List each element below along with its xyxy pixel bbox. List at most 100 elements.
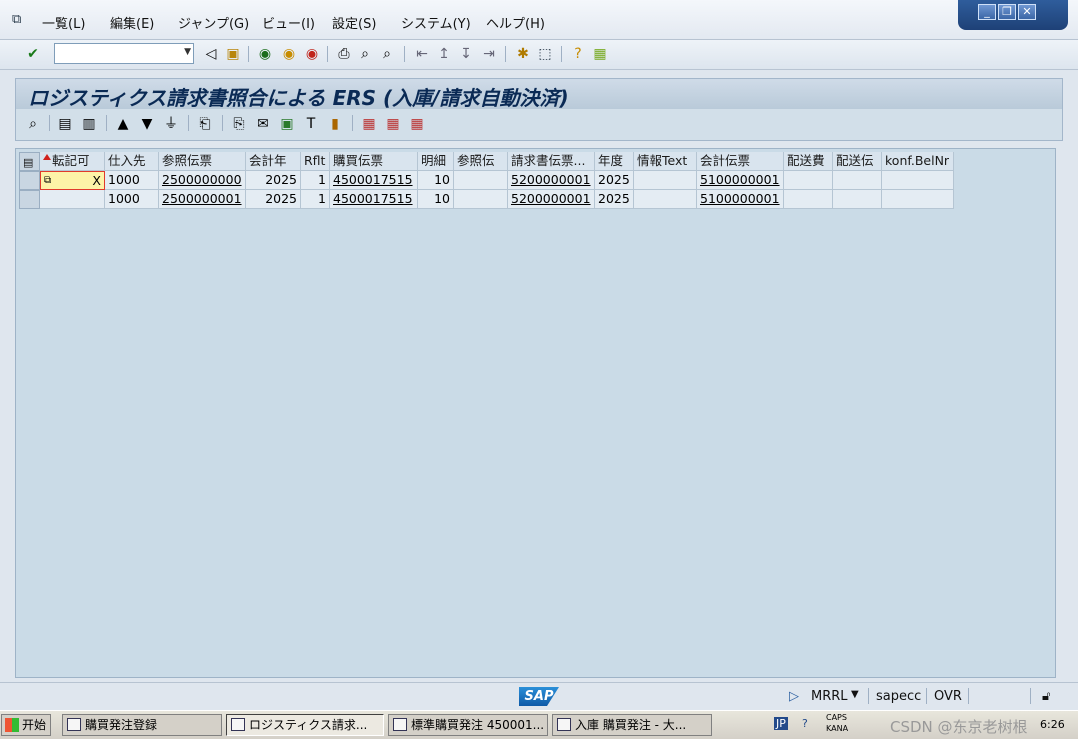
select-all-icon[interactable]: ▤ bbox=[56, 115, 74, 133]
chevron-down-icon[interactable]: ▼ bbox=[184, 47, 191, 57]
menu-view[interactable]: ビュー(I) bbox=[262, 13, 315, 32]
graphic-icon[interactable]: ▮ bbox=[326, 115, 344, 133]
page-title: ロジスティクス請求書照合による ERS (入庫/請求自動決済) bbox=[28, 86, 569, 110]
start-button[interactable]: 开始 bbox=[1, 714, 51, 736]
filter-icon[interactable]: ⏚ bbox=[162, 115, 180, 133]
menu-system[interactable]: システム(Y) bbox=[401, 13, 471, 32]
column-header[interactable]: 配送費 bbox=[784, 152, 833, 171]
sort-descending-icon[interactable]: ▼ bbox=[138, 115, 156, 133]
taskbar-item[interactable]: 標準購買発注 450001... bbox=[388, 714, 548, 736]
help-icon[interactable]: ? bbox=[569, 45, 587, 63]
column-header[interactable]: 請求書伝票... bbox=[508, 152, 595, 171]
collapse-icon[interactable]: ◁ bbox=[202, 45, 220, 63]
print-icon[interactable]: ⎙ bbox=[335, 45, 353, 63]
column-header[interactable]: 仕入先 bbox=[105, 152, 159, 171]
column-header[interactable]: 年度 bbox=[595, 152, 634, 171]
status-transaction: MRRL bbox=[811, 689, 848, 704]
column-header[interactable]: 会計伝票 bbox=[697, 152, 784, 171]
minimize-icon[interactable]: _ bbox=[978, 4, 996, 20]
column-header[interactable]: 配送伝 bbox=[833, 152, 882, 171]
status-divider bbox=[926, 688, 927, 704]
next-page-icon[interactable]: ↧ bbox=[457, 45, 475, 63]
save-layout-icon[interactable]: ▦ bbox=[408, 115, 426, 133]
spreadsheet-icon[interactable]: ▣ bbox=[278, 115, 296, 133]
shortcut-icon[interactable]: ⬚ bbox=[536, 45, 554, 63]
window-icon bbox=[393, 718, 407, 731]
layout-menu-icon[interactable]: ▦ bbox=[591, 45, 609, 63]
previous-page-icon[interactable]: ↥ bbox=[435, 45, 453, 63]
table-cell-link[interactable]: 5100000001 bbox=[697, 171, 784, 190]
column-header[interactable]: 参照伝票 bbox=[159, 152, 246, 171]
print-preview-icon[interactable]: ⎗ bbox=[196, 115, 214, 133]
column-header[interactable]: 会計年 bbox=[246, 152, 301, 171]
menu-help[interactable]: ヘルプ(H) bbox=[486, 13, 545, 32]
help-icon[interactable]: ? bbox=[802, 717, 808, 730]
new-session-icon[interactable]: ✱ bbox=[514, 45, 532, 63]
table-cell-link[interactable]: 4500017515 bbox=[330, 171, 418, 190]
language-indicator[interactable]: JP bbox=[774, 717, 788, 730]
deselect-all-icon[interactable]: ▥ bbox=[80, 115, 98, 133]
table-cell bbox=[784, 190, 833, 209]
details-icon[interactable]: ⌕ bbox=[24, 115, 42, 133]
window-controls: _ ❐ ✕ bbox=[958, 0, 1068, 30]
find-next-icon[interactable]: ⌕ bbox=[378, 45, 396, 63]
cancel-icon[interactable]: ◉ bbox=[303, 45, 321, 63]
window-icon bbox=[67, 718, 81, 731]
taskbar-item-active[interactable]: ロジスティクス請求... bbox=[226, 714, 384, 736]
exit-icon[interactable]: ◉ bbox=[280, 45, 298, 63]
toolbar-divider bbox=[352, 115, 353, 131]
select-all-toggle[interactable]: ▤ bbox=[19, 152, 40, 171]
menu-edit[interactable]: 編集(E) bbox=[110, 13, 154, 32]
table-cell-link[interactable]: 5100000001 bbox=[697, 190, 784, 209]
table-cell-link[interactable]: 5200000001 bbox=[508, 190, 595, 209]
first-page-icon[interactable]: ⇤ bbox=[413, 45, 431, 63]
mail-icon[interactable]: ✉ bbox=[254, 115, 272, 133]
table-cell[interactable]: ⧉ X bbox=[40, 171, 105, 190]
back-icon[interactable]: ◉ bbox=[256, 45, 274, 63]
toolbar-divider bbox=[49, 115, 50, 131]
change-layout-icon[interactable]: ▦ bbox=[360, 115, 378, 133]
toolbar-divider bbox=[106, 115, 107, 131]
last-page-icon[interactable]: ⇥ bbox=[480, 45, 498, 63]
status-expand-icon[interactable]: ▷ bbox=[789, 689, 799, 704]
column-header[interactable]: konf.BelNr bbox=[882, 152, 954, 171]
row-selector[interactable] bbox=[19, 190, 40, 209]
cell-popup-icon[interactable]: ⧉ bbox=[44, 172, 51, 189]
command-field[interactable]: ▼ bbox=[54, 43, 194, 64]
table-cell-link[interactable]: 2500000001 bbox=[159, 190, 246, 209]
word-processing-icon[interactable]: T bbox=[302, 115, 320, 133]
menu-list[interactable]: 一覧(L) bbox=[42, 13, 85, 32]
close-icon[interactable]: ✕ bbox=[1018, 4, 1036, 20]
taskbar-item[interactable]: 購買発注登録 bbox=[62, 714, 222, 736]
restore-icon[interactable]: ❐ bbox=[998, 4, 1016, 20]
table-cell-link[interactable]: 4500017515 bbox=[330, 190, 418, 209]
export-icon[interactable]: ⎘ bbox=[230, 115, 248, 133]
table-cell[interactable] bbox=[40, 190, 105, 209]
table-cell-link[interactable]: 2500000000 bbox=[159, 171, 246, 190]
enter-icon[interactable]: ✔ bbox=[24, 45, 42, 63]
column-header[interactable]: 参照伝 bbox=[454, 152, 508, 171]
system-menu-icon[interactable]: ⧉ bbox=[12, 13, 28, 27]
window-icon bbox=[557, 718, 571, 731]
column-header[interactable]: 情報Text bbox=[634, 152, 697, 171]
menu-settings[interactable]: 設定(S) bbox=[332, 13, 376, 32]
column-header[interactable]: Rflt bbox=[301, 152, 330, 171]
select-layout-icon[interactable]: ▦ bbox=[384, 115, 402, 133]
sort-ascending-icon[interactable]: ▲ bbox=[114, 115, 132, 133]
column-header[interactable]: 転記可 bbox=[40, 152, 105, 171]
table-cell: 1 bbox=[301, 190, 330, 209]
table-cell: 1000 bbox=[105, 171, 159, 190]
toolbar-divider bbox=[404, 46, 405, 62]
menu-goto[interactable]: ジャンプ(G) bbox=[178, 13, 249, 32]
column-header[interactable]: 購買伝票 bbox=[330, 152, 418, 171]
menu-bar: ⧉ 一覧(L) 編集(E) ジャンプ(G) ビュー(I) 設定(S) システム(… bbox=[0, 0, 1078, 40]
save-icon[interactable]: ▣ bbox=[224, 45, 242, 63]
find-icon[interactable]: ⌕ bbox=[356, 45, 374, 63]
table-cell bbox=[833, 171, 882, 190]
taskbar-item[interactable]: 入庫 購買発注 - 大... bbox=[552, 714, 712, 736]
row-selector[interactable] bbox=[19, 171, 40, 190]
table-cell-link[interactable]: 5200000001 bbox=[508, 171, 595, 190]
status-dropdown-icon[interactable]: ▼ bbox=[851, 689, 859, 700]
column-header[interactable]: 明細 bbox=[418, 152, 454, 171]
table-settings-icon[interactable]: ▤ bbox=[23, 156, 33, 169]
